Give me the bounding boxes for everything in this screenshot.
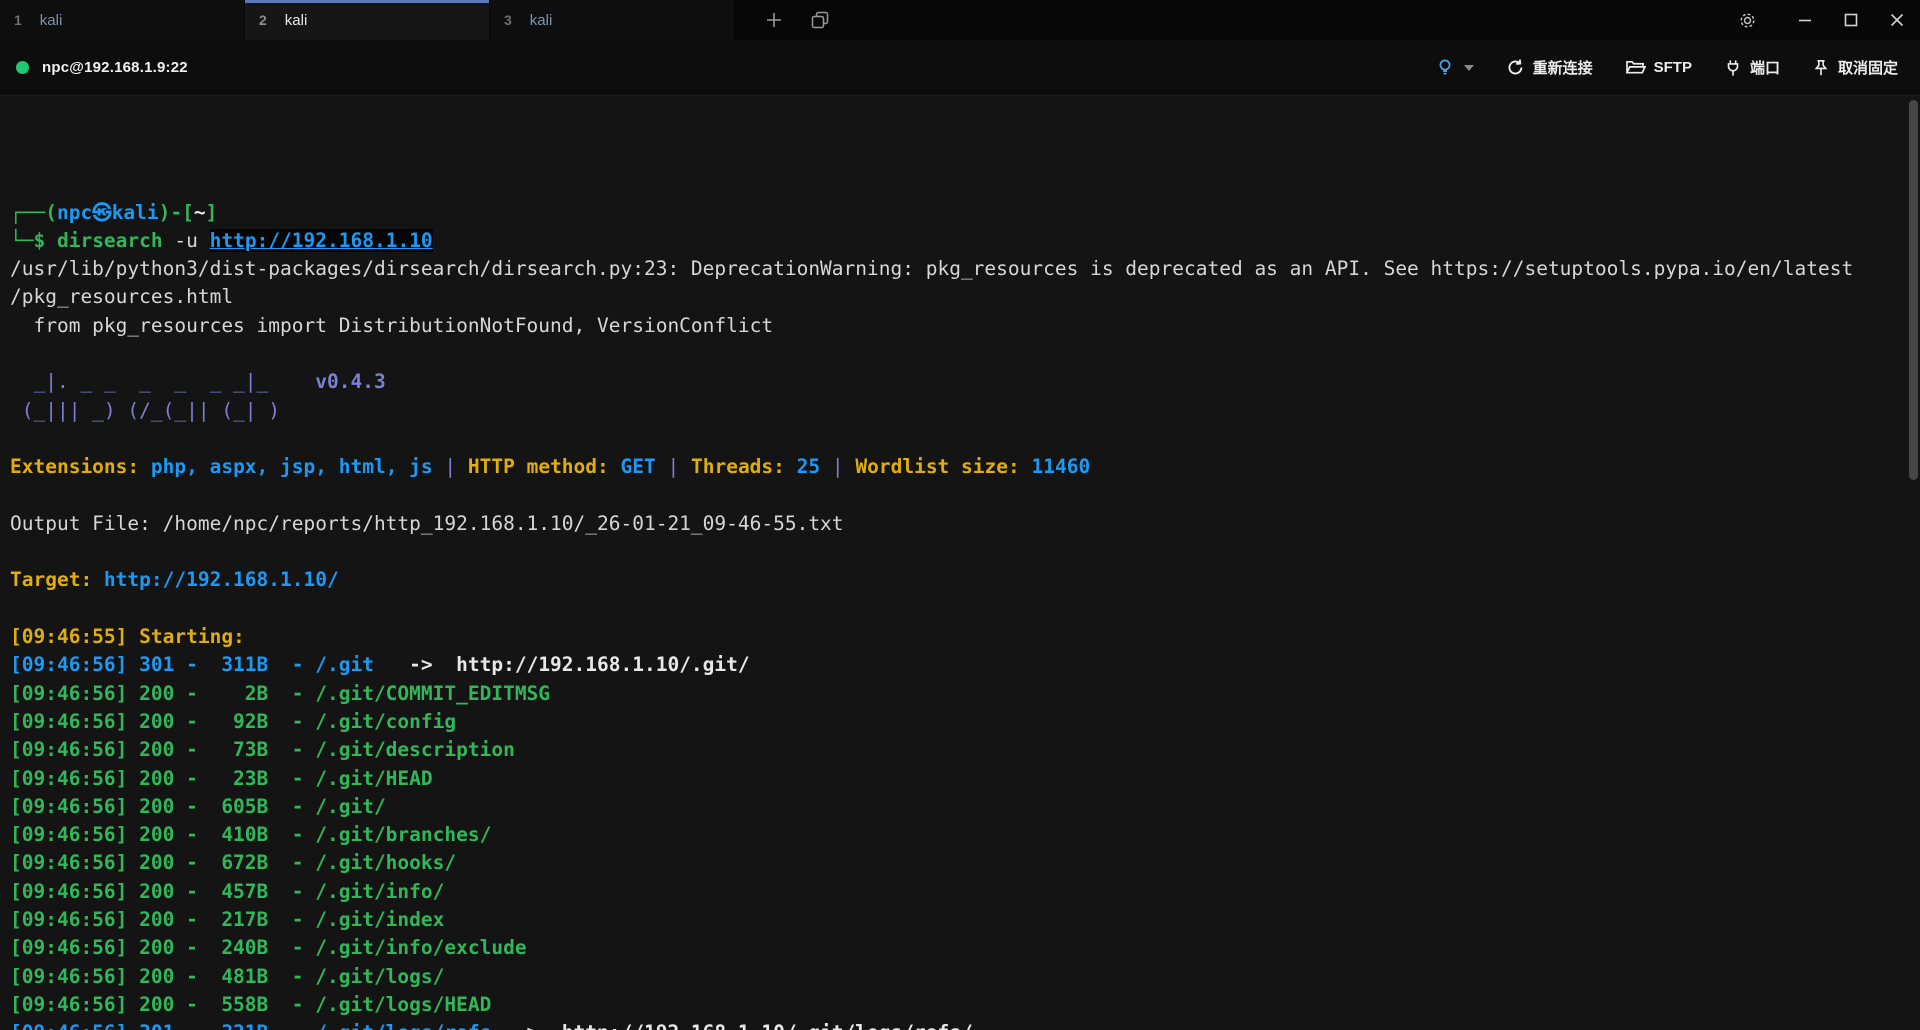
- tab-3-kali[interactable]: 3 kali: [490, 0, 735, 40]
- gear-icon: [1737, 10, 1758, 31]
- tab-2-kali[interactable]: 2 kali: [245, 0, 490, 40]
- reconnect-label: 重新连接: [1533, 57, 1593, 78]
- connection-status-dot: [16, 61, 29, 74]
- chevron-down-icon: [1464, 65, 1474, 71]
- minimize-button[interactable]: [1782, 0, 1828, 40]
- terminal-line: [09:46:56] 200 - 240B - /.git/info/exclu…: [10, 934, 1920, 962]
- tab-label: kali: [40, 12, 63, 29]
- port-label: 端口: [1750, 57, 1780, 78]
- terminal[interactable]: ┌──(npc㉿kali)-[~]└─$ dirsearch -u http:/…: [0, 96, 1920, 1030]
- terminal-line: [10, 538, 1920, 566]
- terminal-line: Output File: /home/npc/reports/http_192.…: [10, 510, 1920, 538]
- connection-host: npc@192.168.1.9:22: [42, 59, 188, 76]
- scrollbar[interactable]: [1909, 100, 1918, 480]
- terminal-line: Extensions: php, aspx, jsp, html, js | H…: [10, 453, 1920, 481]
- folder-icon: [1625, 59, 1646, 76]
- tab-label: kali: [285, 12, 308, 29]
- close-icon: [1889, 12, 1905, 28]
- terminal-line: [09:46:55] Starting:: [10, 623, 1920, 651]
- terminal-line: from pkg_resources import DistributionNo…: [10, 312, 1920, 340]
- terminal-line: /usr/lib/python3/dist-packages/dirsearch…: [10, 255, 1920, 283]
- reconnect-button[interactable]: 重新连接: [1506, 57, 1593, 78]
- terminal-line: [09:46:56] 200 - 481B - /.git/logs/: [10, 963, 1920, 991]
- terminal-line: [09:46:56] 200 - 672B - /.git/hooks/: [10, 849, 1920, 877]
- terminal-line: [09:46:56] 200 - 73B - /.git/description: [10, 736, 1920, 764]
- terminal-line: [09:46:56] 200 - 92B - /.git/config: [10, 708, 1920, 736]
- terminal-line: [10, 425, 1920, 453]
- terminal-line: [09:46:56] 200 - 410B - /.git/branches/: [10, 821, 1920, 849]
- tab-1-kali[interactable]: 1 kali: [0, 0, 245, 40]
- port-button[interactable]: 端口: [1724, 57, 1780, 78]
- terminal-line: ┌──(npc㉿kali)-[~]: [10, 199, 1920, 227]
- hint-lightbulb-button[interactable]: [1436, 58, 1474, 77]
- unpin-button[interactable]: 取消固定: [1812, 57, 1898, 78]
- settings-button[interactable]: [1724, 0, 1770, 40]
- terminal-line: [09:46:56] 301 - 311B - /.git -> http://…: [10, 651, 1920, 679]
- lightbulb-icon: [1436, 58, 1454, 77]
- terminal-line: [10, 482, 1920, 510]
- new-tab-button[interactable]: [751, 0, 797, 40]
- terminal-line: [10, 595, 1920, 623]
- connection-bar: npc@192.168.1.9:22 重新连接: [0, 40, 1920, 96]
- terminal-line: /pkg_resources.html: [10, 283, 1920, 311]
- app-window: 1 kali 2 kali 3 kali: [0, 0, 1920, 1030]
- tab-label: kali: [530, 12, 553, 29]
- tab-list-button[interactable]: [797, 0, 843, 40]
- terminal-line: [09:46:56] 200 - 217B - /.git/index: [10, 906, 1920, 934]
- unpin-label: 取消固定: [1838, 57, 1898, 78]
- tab-number: 3: [504, 12, 512, 28]
- refresh-icon: [1506, 58, 1525, 77]
- tab-number: 2: [259, 12, 267, 28]
- tab-number: 1: [14, 12, 22, 28]
- plus-icon: [765, 11, 783, 29]
- maximize-icon: [1843, 12, 1859, 28]
- plug-icon: [1724, 59, 1742, 77]
- titlebar: 1 kali 2 kali 3 kali: [0, 0, 1920, 40]
- terminal-line: └─$ dirsearch -u http://192.168.1.10: [10, 227, 1920, 255]
- sftp-label: SFTP: [1654, 59, 1692, 76]
- terminal-line: [09:46:56] 200 - 457B - /.git/info/: [10, 878, 1920, 906]
- window-controls: [1782, 0, 1920, 40]
- titlebar-drag-area: [843, 0, 1724, 40]
- terminal-line: [10, 340, 1920, 368]
- sftp-button[interactable]: SFTP: [1625, 59, 1692, 76]
- terminal-line: Target: http://192.168.1.10/: [10, 566, 1920, 594]
- terminal-line: [09:46:56] 200 - 2B - /.git/COMMIT_EDITM…: [10, 680, 1920, 708]
- terminal-line: _|. _ _ _ _ _ _|_ v0.4.3: [10, 368, 1920, 396]
- stacked-tabs-icon: [810, 10, 830, 30]
- minimize-icon: [1797, 12, 1813, 28]
- terminal-line: (_||| _) (/_(_|| (_| ): [10, 397, 1920, 425]
- terminal-line: [09:46:56] 200 - 605B - /.git/: [10, 793, 1920, 821]
- terminal-line: [09:46:56] 200 - 558B - /.git/logs/HEAD: [10, 991, 1920, 1019]
- terminal-line: [09:46:56] 200 - 23B - /.git/HEAD: [10, 765, 1920, 793]
- pin-icon: [1812, 59, 1830, 77]
- terminal-line: [09:46:56] 301 - 321B - /.git/logs/refs …: [10, 1019, 1920, 1030]
- terminal-output: ┌──(npc㉿kali)-[~]└─$ dirsearch -u http:/…: [10, 199, 1920, 1030]
- maximize-button[interactable]: [1828, 0, 1874, 40]
- close-button[interactable]: [1874, 0, 1920, 40]
